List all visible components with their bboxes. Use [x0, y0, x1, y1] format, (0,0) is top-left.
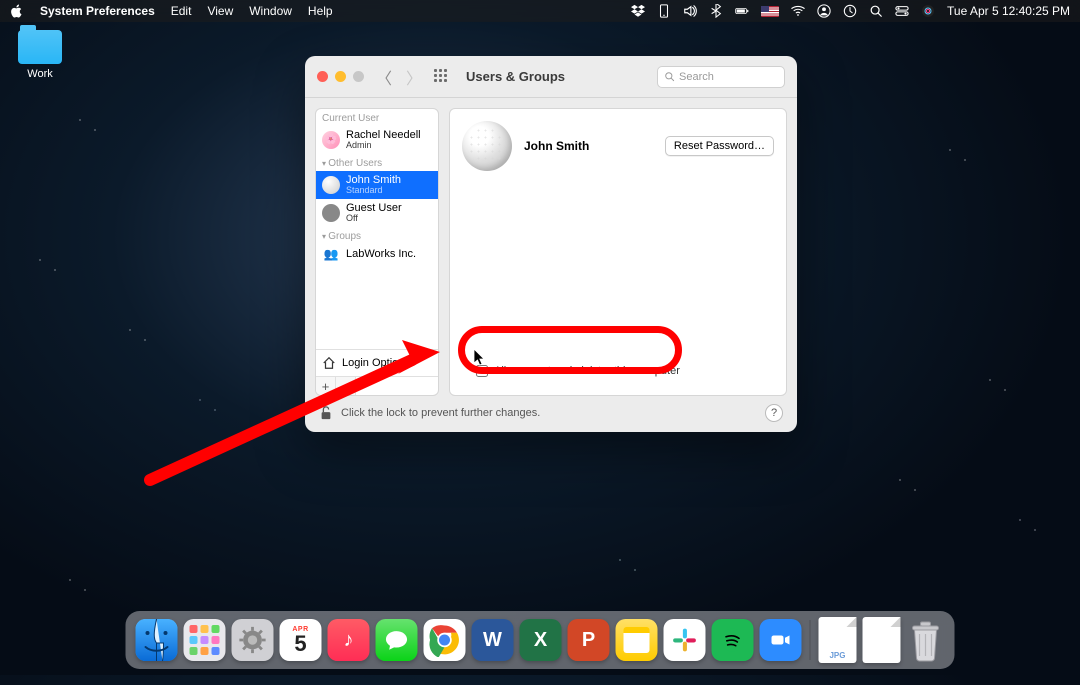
clock[interactable]: Tue Apr 5 12:40:25 PM	[947, 4, 1070, 18]
dock-file-generic[interactable]	[863, 617, 901, 663]
traffic-lights	[317, 71, 364, 82]
section-groups[interactable]: Groups	[316, 227, 438, 244]
minimize-button[interactable]	[335, 71, 346, 82]
user-role: Standard	[346, 186, 401, 196]
dock: APR 5 ♪ W X P JPG	[126, 611, 955, 669]
folder-label: Work	[10, 68, 70, 80]
apple-menu[interactable]	[10, 4, 24, 18]
titlebar: 〈 〉 Users & Groups Search	[305, 56, 797, 98]
control-center-icon[interactable]	[895, 4, 909, 18]
zoom-button[interactable]	[353, 71, 364, 82]
dock-powerpoint[interactable]: P	[568, 619, 610, 661]
dock-finder[interactable]	[136, 619, 178, 661]
phone-sync-icon[interactable]	[657, 4, 671, 18]
remove-user-button[interactable]: −	[336, 377, 356, 395]
avatar-icon	[322, 204, 340, 222]
group-icon: 👥	[322, 247, 340, 261]
detail-user-name: John Smith	[524, 139, 589, 153]
unlock-icon[interactable]	[319, 406, 333, 420]
help-button[interactable]: ?	[765, 404, 783, 422]
menu-help[interactable]: Help	[308, 4, 333, 18]
avatar-icon	[322, 176, 340, 194]
sidebar-item-group[interactable]: 👥 LabWorks Inc.	[316, 244, 438, 264]
siri-icon[interactable]	[921, 4, 935, 18]
desktop-folder-work[interactable]: Work	[10, 30, 70, 80]
folder-icon	[18, 30, 62, 64]
users-groups-window: 〈 〉 Users & Groups Search Current User 🌸…	[305, 56, 797, 432]
user-role: Admin	[346, 141, 421, 151]
menu-view[interactable]: View	[207, 4, 233, 18]
dock-trash[interactable]	[907, 618, 945, 662]
sidebar-item-john-smith[interactable]: John SmithStandard	[316, 171, 438, 199]
section-other-users[interactable]: Other Users	[316, 154, 438, 171]
menu-window[interactable]: Window	[249, 4, 292, 18]
dock-chrome[interactable]	[424, 619, 466, 661]
login-options-label: Login Options	[342, 357, 410, 369]
reset-password-button[interactable]: Reset Password…	[665, 136, 774, 156]
dropbox-icon[interactable]	[631, 4, 645, 18]
search-field[interactable]: Search	[657, 66, 785, 88]
user-icon[interactable]	[817, 4, 831, 18]
dock-slack[interactable]	[664, 619, 706, 661]
avatar-icon: 🌸	[322, 131, 340, 149]
menu-edit[interactable]: Edit	[171, 4, 192, 18]
dock-music[interactable]: ♪	[328, 619, 370, 661]
forward-button[interactable]: 〉	[404, 65, 424, 89]
admin-checkbox-row[interactable]: Allow user to administer this computer	[462, 365, 774, 383]
dock-separator	[810, 620, 811, 660]
lock-row: Click the lock to prevent further change…	[305, 396, 797, 432]
add-user-button[interactable]: +	[316, 377, 336, 395]
back-button[interactable]: 〈	[374, 65, 394, 89]
user-role: Off	[346, 214, 402, 224]
battery-icon[interactable]	[735, 4, 749, 18]
users-sidebar: Current User 🌸 Rachel NeedellAdmin Other…	[315, 108, 439, 396]
user-avatar[interactable]	[462, 121, 512, 171]
dock-calendar[interactable]: APR 5	[280, 619, 322, 661]
search-icon	[664, 71, 675, 82]
login-options[interactable]: Login Options	[316, 350, 438, 376]
time-machine-icon[interactable]	[843, 4, 857, 18]
home-icon	[322, 356, 336, 370]
dock-spotify[interactable]	[712, 619, 754, 661]
sidebar-item-current-user[interactable]: 🌸 Rachel NeedellAdmin	[316, 126, 438, 154]
dock-zoom[interactable]	[760, 619, 802, 661]
dock-excel[interactable]: X	[520, 619, 562, 661]
admin-checkbox-label: Allow user to administer this computer	[494, 365, 680, 377]
menubar: System Preferences Edit View Window Help…	[0, 0, 1080, 22]
wifi-icon[interactable]	[791, 4, 805, 18]
add-remove-bar: + −	[316, 376, 438, 395]
group-name: LabWorks Inc.	[346, 248, 416, 260]
sidebar-item-guest-user[interactable]: Guest UserOff	[316, 199, 438, 227]
search-placeholder: Search	[679, 71, 714, 83]
lock-text: Click the lock to prevent further change…	[341, 407, 540, 419]
dock-messages[interactable]	[376, 619, 418, 661]
calendar-day: 5	[294, 633, 306, 655]
close-button[interactable]	[317, 71, 328, 82]
dock-notes[interactable]	[616, 619, 658, 661]
spotlight-icon[interactable]	[869, 4, 883, 18]
window-title: Users & Groups	[466, 69, 565, 84]
dock-system-preferences[interactable]	[232, 619, 274, 661]
show-all-button[interactable]	[434, 69, 450, 85]
dock-launchpad[interactable]	[184, 619, 226, 661]
admin-checkbox[interactable]	[476, 365, 488, 377]
user-detail-panel: John Smith Reset Password… Allow user to…	[449, 108, 787, 396]
dock-word[interactable]: W	[472, 619, 514, 661]
volume-icon[interactable]	[683, 4, 697, 18]
dock-file-jpg[interactable]: JPG	[819, 617, 857, 663]
app-name[interactable]: System Preferences	[40, 4, 155, 18]
bluetooth-icon[interactable]	[709, 4, 723, 18]
input-source-flag[interactable]	[761, 6, 779, 17]
section-current-user: Current User	[316, 109, 438, 126]
